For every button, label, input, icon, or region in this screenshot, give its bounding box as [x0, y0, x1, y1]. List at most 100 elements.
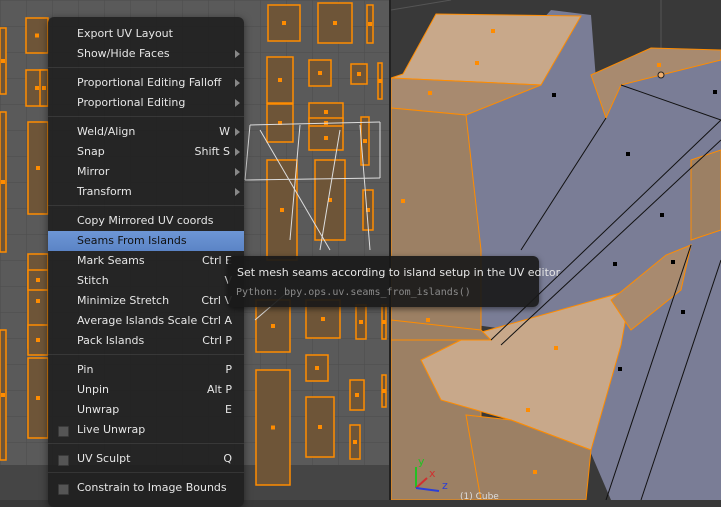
menu-item-shortcut: P: [225, 363, 232, 376]
submenu-arrow-icon: [235, 188, 240, 196]
menu-item-transform[interactable]: Transform: [48, 182, 244, 202]
object-info-label: (1) Cube: [460, 492, 499, 502]
menu-item-stitch[interactable]: StitchV: [48, 271, 244, 291]
menu-item-shortcut: Shift S: [194, 145, 230, 158]
menu-item-weld-align[interactable]: Weld/Align W: [48, 122, 244, 142]
menu-item-constrain-to-image-bounds[interactable]: Constrain to Image Bounds: [48, 478, 244, 498]
uv-face-dot: [321, 317, 325, 321]
uv-face-dot: [36, 166, 40, 170]
menu-item-label: Constrain to Image Bounds: [77, 481, 227, 494]
uv-face-dot: [35, 33, 39, 38]
menu-item-uv-sculpt[interactable]: UV Sculpt Q: [48, 449, 244, 469]
menu-item-mirror[interactable]: Mirror: [48, 162, 244, 182]
menu-item-label: Average Islands Scale: [77, 314, 198, 327]
menu-item-shortcut: Ctrl P: [202, 334, 232, 347]
menu-item-shortcut: Ctrl A: [201, 314, 232, 327]
uv-face-dot: [318, 425, 322, 429]
uv-face-dot: [382, 320, 386, 324]
mesh-canvas: [391, 0, 721, 500]
menu-item-unwrap[interactable]: Unwrap E: [48, 400, 244, 420]
uv-face-dot: [324, 110, 328, 114]
menu-item-label: Mark Seams: [77, 254, 145, 267]
menu-item-label: Copy Mirrored UV coords: [77, 214, 214, 227]
submenu-arrow-icon: [235, 50, 240, 58]
menu-separator: [48, 354, 244, 355]
uv-face-dot: [36, 338, 40, 342]
menu-item-shortcut: Q: [223, 452, 232, 465]
menu-item-label: Proportional Editing Falloff: [77, 76, 222, 89]
submenu-arrow-icon: [235, 148, 240, 156]
menu-item-label: Stitch: [77, 274, 109, 287]
menu-item-label: Unwrap: [77, 403, 120, 416]
menu-item-pack-islands[interactable]: Pack Islands Ctrl P: [48, 331, 244, 351]
uv-face-dot: [42, 86, 46, 90]
menu-item-label: Show/Hide Faces: [77, 47, 170, 60]
uv-face-dot: [36, 278, 40, 282]
menu-item-average-islands-scale[interactable]: Average Islands Scale Ctrl A: [48, 311, 244, 331]
menu-item-label: Export UV Layout: [77, 27, 173, 40]
menu-item-copy-mirrored-uv-coords[interactable]: Copy Mirrored UV coords: [48, 211, 244, 231]
menu-item-label: Weld/Align: [77, 125, 136, 138]
menu-separator: [48, 472, 244, 473]
submenu-arrow-icon: [235, 128, 240, 136]
menu-item-seams-from-islands[interactable]: Seams From Islands: [48, 231, 244, 251]
menu-item-label: Transform: [77, 185, 132, 198]
axis-y-label: y: [418, 455, 425, 468]
menu-item-minimize-stretch[interactable]: Minimize Stretch Ctrl V: [48, 291, 244, 311]
submenu-arrow-icon: [235, 99, 240, 107]
checkbox-icon[interactable]: [58, 455, 69, 466]
menu-item-label: Proportional Editing: [77, 96, 186, 109]
uv-face-dot: [353, 440, 357, 444]
menu-item-pin[interactable]: Pin P: [48, 360, 244, 380]
uv-face-dot: [382, 389, 386, 393]
uv-face-dot: [35, 86, 39, 90]
menu-item-label: UV Sculpt: [77, 452, 131, 465]
3d-viewport[interactable]: [391, 0, 721, 500]
uv-face-dot: [378, 79, 382, 83]
uv-face-dot: [355, 393, 359, 397]
menu-item-snap[interactable]: Snap Shift S: [48, 142, 244, 162]
submenu-arrow-icon: [235, 168, 240, 176]
uv-face-dot: [333, 21, 337, 25]
uv-face-dot: [368, 22, 372, 26]
menu-separator: [48, 116, 244, 117]
menu-separator: [48, 443, 244, 444]
menu-item-live-unwrap[interactable]: Live Unwrap: [48, 420, 244, 440]
uv-face-dot: [363, 139, 367, 143]
menu-item-proportional-editing-falloff[interactable]: Proportional Editing Falloff: [48, 73, 244, 93]
uv-face-dot: [282, 21, 286, 25]
menu-item-label: Mirror: [77, 165, 110, 178]
uv-face-dot: [315, 366, 319, 370]
menu-item-label: Minimize Stretch: [77, 294, 170, 307]
uv-face-dot: [359, 320, 363, 324]
menu-item-label: Live Unwrap: [77, 423, 146, 436]
menu-item-label: Seams From Islands: [77, 234, 187, 247]
axis-x-label: x: [429, 467, 436, 480]
uv-face-dot: [324, 136, 328, 140]
menu-item-export-uv-layout[interactable]: Export UV Layout: [48, 24, 244, 44]
uv-face-dot: [278, 78, 282, 82]
uv-face-dot: [271, 324, 275, 328]
axis-z-label: z: [442, 479, 448, 492]
uv-face-dot: [1, 59, 5, 63]
menu-separator: [48, 67, 244, 68]
menu-item-show-hide-faces[interactable]: Show/Hide Faces: [48, 44, 244, 64]
uv-face-dot: [1, 393, 5, 397]
tooltip: Set mesh seams according to island setup…: [228, 256, 560, 307]
tooltip-python: Python: bpy.ops.uv.seams_from_islands(): [236, 287, 471, 298]
uv-context-menu: Export UV Layout Show/Hide Faces Proport…: [48, 17, 244, 507]
3d-cursor: [657, 71, 665, 79]
uv-face-dot: [280, 208, 284, 212]
menu-item-mark-seams[interactable]: Mark Seams Ctrl E: [48, 251, 244, 271]
menu-item-proportional-editing[interactable]: Proportional Editing: [48, 93, 244, 113]
uv-face-dot: [357, 72, 361, 76]
checkbox-icon[interactable]: [58, 484, 69, 495]
menu-item-label: Unpin: [77, 383, 110, 396]
tooltip-description: Set mesh seams according to island setup…: [237, 266, 561, 279]
menu-item-shortcut: E: [225, 403, 232, 416]
submenu-arrow-icon: [235, 79, 240, 87]
menu-item-shortcut: Alt P: [206, 383, 232, 396]
menu-item-unpin[interactable]: Unpin Alt P: [48, 380, 244, 400]
menu-item-shortcut: W: [219, 125, 230, 138]
checkbox-icon[interactable]: [58, 426, 69, 437]
